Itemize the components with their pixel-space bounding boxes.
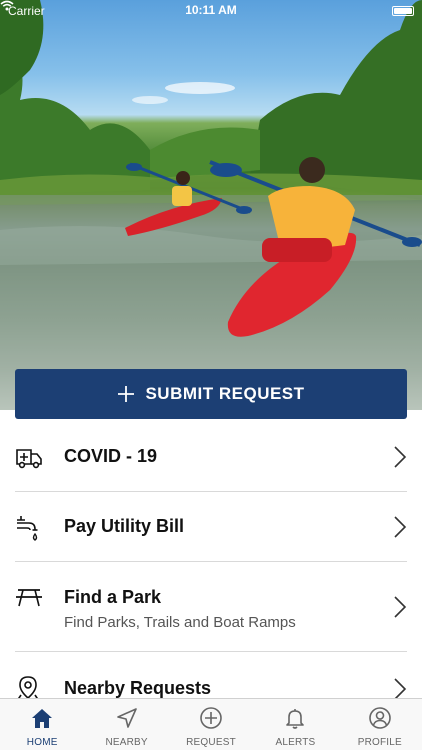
menu-item-subtitle: Find Parks, Trails and Boat Ramps — [64, 614, 296, 631]
tab-bar: HOME NEARBY REQUEST ALERTS PROFILE — [0, 698, 422, 750]
tab-label: ALERTS — [275, 737, 316, 748]
menu-item-title: COVID - 19 — [64, 446, 158, 466]
chevron-right-icon — [393, 516, 407, 543]
ambulance-icon — [15, 445, 43, 474]
plus-circle-icon — [199, 707, 223, 734]
chevron-right-icon — [393, 446, 407, 473]
menu-item-covid[interactable]: COVID - 19 — [15, 422, 407, 492]
plus-icon — [117, 385, 135, 403]
menu-list: COVID - 19 Pay Utility Bill Find a Park … — [15, 422, 407, 712]
tab-request[interactable]: REQUEST — [169, 699, 253, 750]
faucet-icon — [15, 514, 41, 547]
tab-profile[interactable]: PROFILE — [338, 699, 422, 750]
submit-request-label: SUBMIT REQUEST — [145, 384, 305, 403]
tab-label: NEARBY — [105, 737, 148, 748]
navigation-arrow-icon — [115, 707, 139, 734]
tab-nearby[interactable]: NEARBY — [84, 699, 168, 750]
tab-label: PROFILE — [357, 737, 402, 748]
tab-label: REQUEST — [186, 737, 236, 748]
menu-item-title: Nearby Requests — [64, 678, 212, 698]
submit-request-button[interactable]: SUBMIT REQUEST — [15, 369, 407, 419]
status-bar: Carrier 10:11 AM — [0, 0, 422, 22]
tab-home[interactable]: HOME — [0, 699, 84, 750]
menu-item-pay-utility-bill[interactable]: Pay Utility Bill — [15, 492, 407, 562]
bell-icon — [283, 707, 307, 734]
tab-label: HOME — [26, 737, 58, 748]
battery-icon — [392, 6, 414, 16]
picnic-table-icon — [15, 588, 43, 613]
tab-alerts[interactable]: ALERTS — [253, 699, 337, 750]
kayak-illustration — [0, 0, 422, 410]
menu-item-find-a-park[interactable]: Find a Park Find Parks, Trails and Boat … — [15, 562, 407, 652]
hero-image: Carrier 10:11 AM — [0, 0, 422, 410]
chevron-right-icon — [393, 596, 407, 623]
user-circle-icon — [368, 707, 392, 734]
menu-item-title: Find a Park — [64, 587, 162, 607]
status-time: 10:11 AM — [185, 3, 237, 17]
menu-item-title: Pay Utility Bill — [64, 516, 185, 536]
home-icon — [30, 707, 54, 734]
